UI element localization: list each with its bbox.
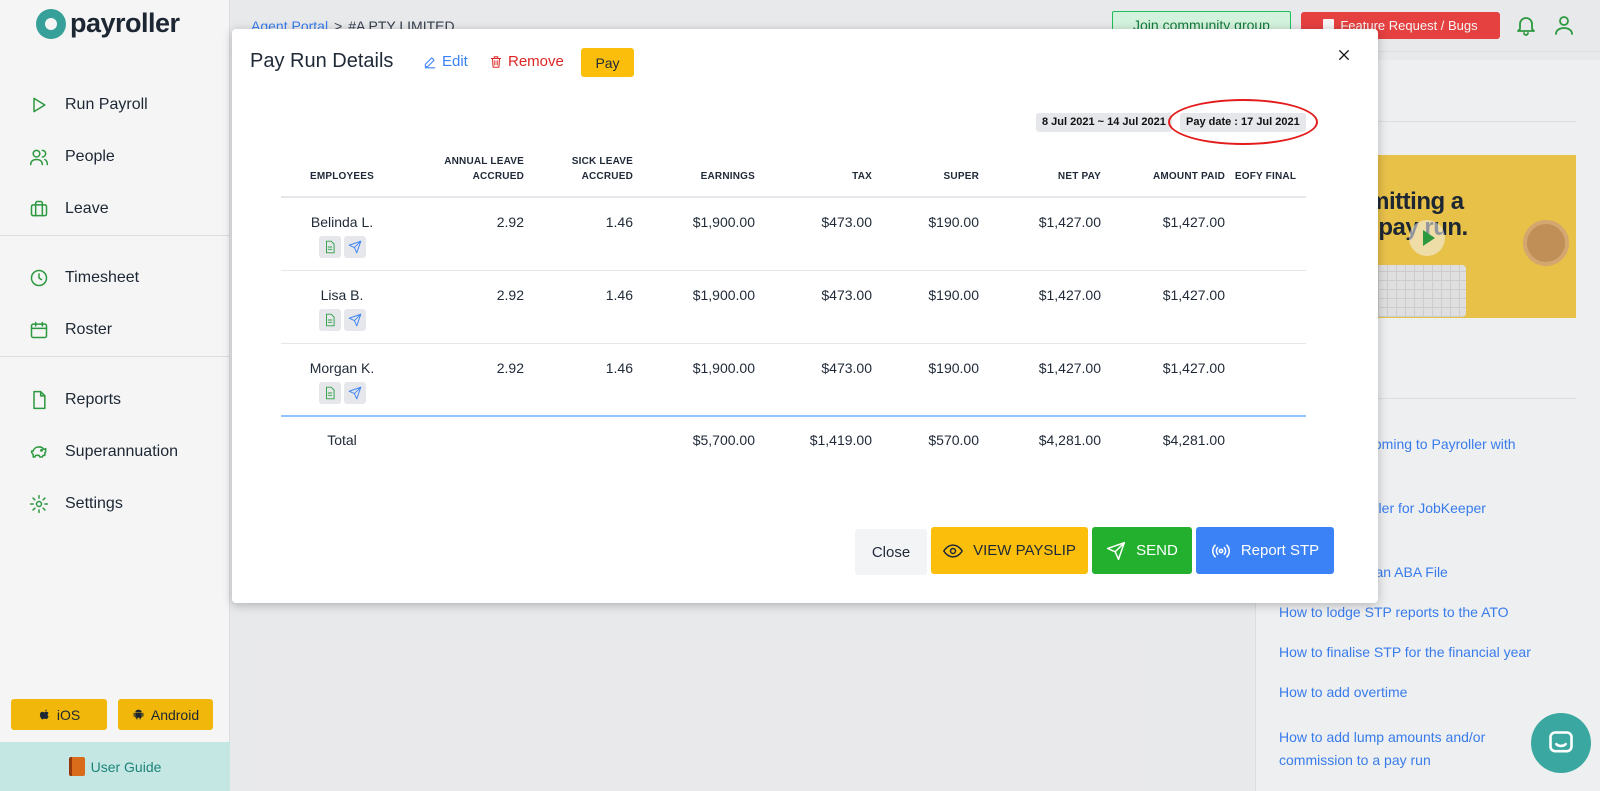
tax-cell: $473.00 <box>755 343 872 417</box>
pay-button[interactable]: Pay <box>581 48 634 77</box>
table-row: Morgan K. 2.92 1.46 $1,900.00 $473.00 $1… <box>281 343 1306 417</box>
annual-leave-cell: 2.92 <box>403 270 524 344</box>
earnings-cell: $1,900.00 <box>633 343 755 417</box>
total-empty-cell <box>1225 415 1306 464</box>
earnings-cell: $1,900.00 <box>633 197 755 271</box>
column-header[interactable]: EMPLOYEES <box>281 147 403 198</box>
column-header[interactable]: SICK LEAVE ACCRUED <box>524 147 633 198</box>
close-button[interactable]: Close <box>855 529 927 575</box>
total-row: Total $5,700.00 $1,419.00 $570.00 $4,281… <box>281 415 1306 464</box>
table-row: Lisa B. 2.92 1.46 $1,900.00 $473.00 $190… <box>281 270 1306 344</box>
sick-leave-cell: 1.46 <box>524 270 633 344</box>
employee-cell: Morgan K. <box>281 343 403 417</box>
employee-name: Morgan K. <box>309 359 375 376</box>
annual-leave-cell: 2.92 <box>403 197 524 271</box>
row-actions <box>281 308 403 331</box>
total-super: $570.00 <box>872 415 979 464</box>
net-pay-cell: $1,427.00 <box>979 343 1101 417</box>
broadcast-icon <box>1211 543 1230 558</box>
employee-cell: Lisa B. <box>281 270 403 344</box>
total-amount-paid: $4,281.00 <box>1101 415 1225 464</box>
send-label: SEND <box>1136 542 1178 559</box>
super-cell: $190.00 <box>872 197 979 271</box>
amount-paid-cell: $1,427.00 <box>1101 343 1225 417</box>
payslip-document-icon[interactable] <box>318 236 341 258</box>
total-earnings: $5,700.00 <box>633 415 755 464</box>
sick-leave-cell: 1.46 <box>524 343 633 417</box>
column-header[interactable]: EARNINGS <box>633 147 755 198</box>
total-label: Total <box>281 415 403 464</box>
payslip-document-icon[interactable] <box>318 381 341 404</box>
annual-leave-cell: 2.92 <box>403 343 524 417</box>
annotation-circle <box>1168 99 1318 145</box>
tax-cell: $473.00 <box>755 197 872 271</box>
payslip-document-icon[interactable] <box>318 308 341 331</box>
employee-name: Belinda L. <box>310 214 374 230</box>
row-actions <box>281 236 403 258</box>
super-cell: $190.00 <box>872 343 979 417</box>
edit-button[interactable]: Edit <box>423 53 468 70</box>
earnings-cell: $1,900.00 <box>633 270 755 344</box>
pay-period-badge: 8 Jul 2021 ~ 14 Jul 2021 <box>1036 113 1172 132</box>
column-header[interactable]: AMOUNT PAID <box>1101 147 1225 198</box>
sick-leave-cell: 1.46 <box>524 197 633 271</box>
send-payslip-icon[interactable] <box>343 381 366 404</box>
eofy-cell <box>1225 270 1306 344</box>
total-net-pay: $4,281.00 <box>979 415 1101 464</box>
pay-run-details-modal: Pay Run Details Edit Remove Pay 8 Jul 20… <box>232 29 1378 603</box>
super-cell: $190.00 <box>872 270 979 344</box>
table-header-row: EMPLOYEES ANNUAL LEAVE ACCRUED SICK LEAV… <box>281 147 1306 198</box>
trash-icon <box>490 55 502 68</box>
modal-title: Pay Run Details <box>250 50 394 72</box>
tax-cell: $473.00 <box>755 270 872 344</box>
total-tax: $1,419.00 <box>755 415 872 464</box>
net-pay-cell: $1,427.00 <box>979 270 1101 344</box>
net-pay-cell: $1,427.00 <box>979 197 1101 271</box>
total-empty-cell <box>403 415 524 464</box>
column-header[interactable]: NET PAY <box>979 147 1101 198</box>
row-actions <box>281 381 403 404</box>
column-header[interactable]: SUPER <box>872 147 979 198</box>
report-stp-button[interactable]: Report STP <box>1196 527 1334 574</box>
send-button[interactable]: SEND <box>1092 527 1192 574</box>
pay-run-table: EMPLOYEES ANNUAL LEAVE ACCRUED SICK LEAV… <box>281 147 1306 464</box>
amount-paid-cell: $1,427.00 <box>1101 270 1225 344</box>
eofy-cell <box>1225 343 1306 417</box>
total-empty-cell <box>524 415 633 464</box>
column-header[interactable]: EOFY FINAL <box>1225 147 1306 198</box>
column-header[interactable]: TAX <box>755 147 872 198</box>
remove-button[interactable]: Remove <box>489 53 564 70</box>
eye-icon <box>943 543 964 558</box>
table-row: Belinda L. 2.92 1.46 $1,900.00 $473.00 $… <box>281 197 1306 271</box>
edit-label: Edit <box>442 53 468 70</box>
report-stp-label: Report STP <box>1240 542 1320 559</box>
view-payslip-label: VIEW PAYSLIP <box>973 542 1076 559</box>
employee-name: Lisa B. <box>320 286 364 303</box>
send-icon <box>1107 541 1126 560</box>
close-icon[interactable] <box>1336 47 1356 67</box>
remove-label: Remove <box>508 53 564 70</box>
chat-launcher-icon[interactable] <box>1531 713 1591 773</box>
send-payslip-icon[interactable] <box>343 236 366 258</box>
eofy-cell <box>1225 197 1306 271</box>
view-payslip-button[interactable]: VIEW PAYSLIP <box>931 527 1088 574</box>
pencil-icon <box>424 56 436 68</box>
column-header[interactable]: ANNUAL LEAVE ACCRUED <box>403 147 524 198</box>
send-payslip-icon[interactable] <box>343 308 366 331</box>
employee-cell: Belinda L. <box>281 197 403 271</box>
amount-paid-cell: $1,427.00 <box>1101 197 1225 271</box>
